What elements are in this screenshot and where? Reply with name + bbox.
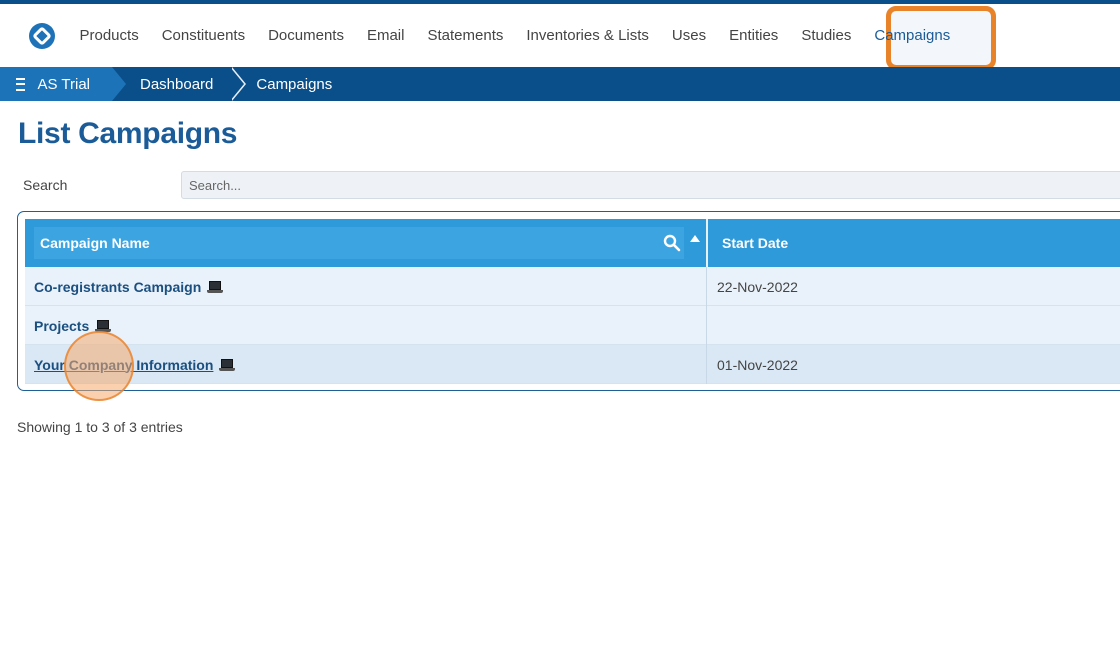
cell-start-date: 22-Nov-2022	[717, 278, 798, 295]
laptop-icon	[207, 280, 224, 293]
breadcrumb-label: Campaigns	[256, 75, 333, 93]
column-header-label: Start Date	[722, 235, 789, 251]
search-input[interactable]	[181, 171, 1120, 199]
breadcrumb: AS Trial Dashboard Campaigns	[0, 67, 1120, 101]
column-header-start-date[interactable]: Start Date	[722, 219, 788, 267]
cell-divider	[706, 345, 707, 384]
nav-menu: Products Constituents Documents Email St…	[68, 4, 962, 67]
column-header-label: Campaign Name	[40, 235, 150, 251]
entries-info: Showing 1 to 3 of 3 entries	[17, 419, 183, 435]
app-logo-icon[interactable]	[29, 23, 55, 49]
nav-item-campaigns[interactable]: Campaigns	[863, 27, 962, 44]
table-header: Campaign Name Start Date	[25, 219, 1120, 267]
nav-item-inventories-lists[interactable]: Inventories & Lists	[515, 27, 661, 44]
nav-item-uses[interactable]: Uses	[660, 27, 717, 44]
table-row: Projects	[25, 306, 1120, 345]
nav-item-products[interactable]: Products	[68, 27, 150, 44]
column-header-campaign-name[interactable]: Campaign Name	[25, 219, 707, 267]
nav-item-constituents[interactable]: Constituents	[150, 27, 256, 44]
cell-campaign-name: Your Company Information	[34, 345, 236, 384]
breadcrumb-item-as-trial[interactable]: AS Trial	[0, 67, 126, 101]
breadcrumb-label: Dashboard	[140, 75, 214, 93]
cell-divider	[706, 267, 707, 306]
top-navigation: Products Constituents Documents Email St…	[0, 4, 1120, 70]
table-row: Co-registrants Campaign 22-Nov-2022	[25, 267, 1120, 306]
nav-item-email[interactable]: Email	[355, 27, 416, 44]
page-title: List Campaigns	[18, 117, 238, 150]
search-icon[interactable]	[663, 234, 681, 252]
campaign-link[interactable]: Your Company Information	[34, 357, 213, 373]
breadcrumb-item-campaigns[interactable]: Campaigns	[235, 67, 354, 101]
cell-start-date: 01-Nov-2022	[717, 356, 798, 373]
column-divider	[706, 219, 708, 267]
laptop-icon	[219, 358, 236, 371]
sort-ascending-icon[interactable]	[690, 235, 700, 242]
nav-item-studies[interactable]: Studies	[790, 27, 863, 44]
monitor-icon	[95, 319, 112, 332]
cell-campaign-name: Co-registrants Campaign	[34, 267, 224, 306]
nav-item-statements[interactable]: Statements	[416, 27, 515, 44]
cell-divider	[706, 306, 707, 345]
hamburger-menu-icon[interactable]	[16, 77, 26, 91]
nav-item-documents[interactable]: Documents	[257, 27, 356, 44]
campaign-link[interactable]: Projects	[34, 318, 89, 334]
breadcrumb-label: AS Trial	[37, 75, 90, 93]
cell-campaign-name: Projects	[34, 306, 112, 345]
nav-item-entities[interactable]: Entities	[718, 27, 790, 44]
table-row: Your Company Information 01-Nov-2022	[25, 345, 1120, 384]
campaign-link[interactable]: Co-registrants Campaign	[34, 279, 201, 295]
breadcrumb-item-dashboard[interactable]: Dashboard	[112, 67, 235, 101]
search-label: Search	[23, 177, 68, 193]
